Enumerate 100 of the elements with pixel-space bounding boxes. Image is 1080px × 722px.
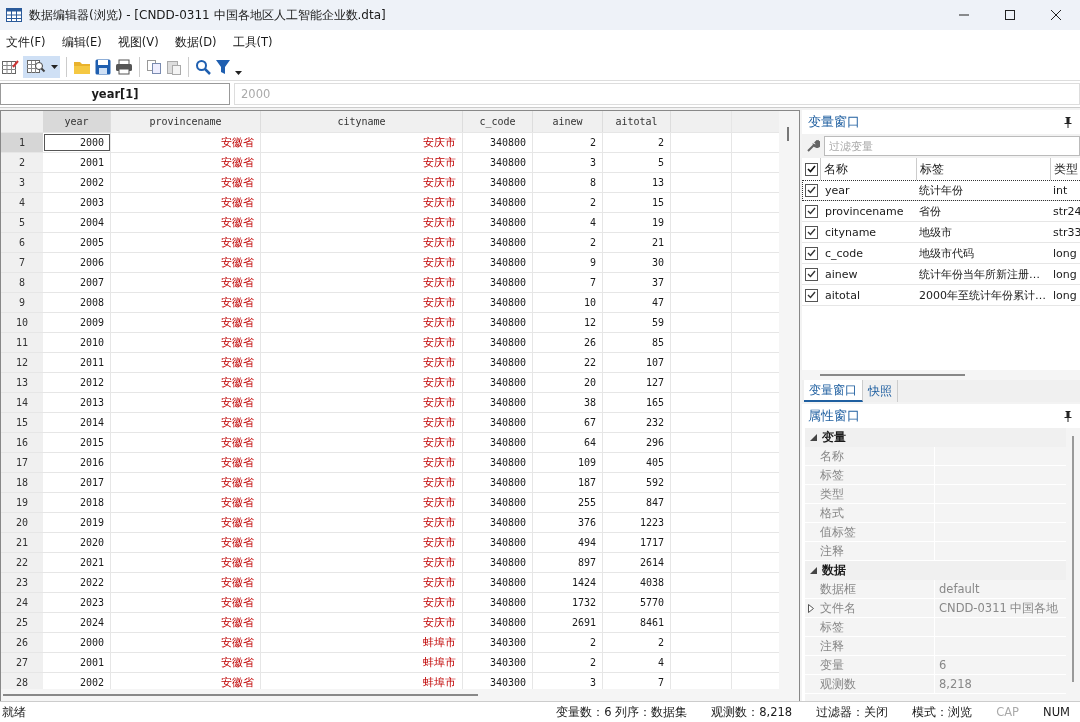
- menu-item[interactable]: 文件(F): [6, 34, 46, 50]
- row-number[interactable]: 12: [1, 353, 43, 372]
- row-number[interactable]: 25: [1, 613, 43, 632]
- variable-row[interactable]: cityname 地级市 str33: [802, 222, 1080, 243]
- table-cell: 340800: [463, 473, 533, 492]
- checkbox[interactable]: [805, 183, 818, 197]
- row-number[interactable]: 15: [1, 413, 43, 432]
- row-number[interactable]: 20: [1, 513, 43, 532]
- table-cell: 安庆市: [261, 413, 463, 432]
- table-cell: 22: [533, 353, 603, 372]
- variable-name-field[interactable]: year[1]: [0, 83, 230, 105]
- row-number[interactable]: 6: [1, 233, 43, 252]
- filter-field[interactable]: 过滤变量: [824, 136, 1080, 156]
- maximize-icon[interactable]: [1004, 9, 1016, 21]
- table-cell: 109: [533, 453, 603, 472]
- row-number[interactable]: 1: [1, 133, 43, 152]
- row-number[interactable]: 18: [1, 473, 43, 492]
- row-number[interactable]: 24: [1, 593, 43, 612]
- row-number[interactable]: 28: [1, 673, 43, 689]
- column-header[interactable]: 名称: [820, 158, 916, 180]
- row-number[interactable]: 10: [1, 313, 43, 332]
- table-cell: 1424: [533, 573, 603, 592]
- collapse-icon[interactable]: [810, 434, 817, 441]
- row-number[interactable]: 5: [1, 213, 43, 232]
- caret-icon[interactable]: [51, 65, 58, 69]
- row-number[interactable]: 22: [1, 553, 43, 572]
- table-edit-icon[interactable]: [1, 58, 19, 76]
- table-cell: 安徽省: [111, 633, 261, 652]
- checkbox[interactable]: [805, 267, 818, 281]
- collapse-icon[interactable]: [810, 567, 817, 574]
- column-header[interactable]: 标签: [916, 158, 1050, 180]
- save-icon[interactable]: [95, 59, 111, 75]
- row-number[interactable]: 26: [1, 633, 43, 652]
- checkbox[interactable]: [805, 225, 818, 239]
- row-number[interactable]: 13: [1, 373, 43, 392]
- checkbox[interactable]: [805, 162, 818, 176]
- table-cell: 安徽省: [111, 193, 261, 212]
- column-header[interactable]: c_code: [463, 111, 533, 132]
- table-cell: 2024: [43, 613, 111, 632]
- printer-icon[interactable]: [115, 59, 133, 75]
- variable-row[interactable]: c_code 地级市代码 long: [802, 243, 1080, 264]
- table-cell: 67: [533, 413, 603, 432]
- caret-icon[interactable]: [235, 71, 242, 75]
- status-text: 观测数：8,218: [711, 704, 793, 720]
- panel-tab[interactable]: 快照: [863, 380, 898, 402]
- column-header[interactable]: ainew: [533, 111, 603, 132]
- menu-item[interactable]: 工具(T): [232, 34, 273, 50]
- filter-icon[interactable]: [215, 59, 231, 75]
- panel-tab[interactable]: 变量窗口: [804, 380, 863, 402]
- column-header[interactable]: cityname: [261, 111, 463, 132]
- row-number[interactable]: 7: [1, 253, 43, 272]
- table-cell: 232: [603, 413, 671, 432]
- variable-row[interactable]: year 统计年份 int: [802, 180, 1080, 201]
- table-cell: 38: [533, 393, 603, 412]
- menu-item[interactable]: 数据(D): [174, 34, 217, 50]
- column-header[interactable]: year: [43, 111, 111, 132]
- row-number[interactable]: 17: [1, 453, 43, 472]
- checkbox[interactable]: [805, 288, 818, 302]
- table-cell: 4: [603, 653, 671, 672]
- row-number[interactable]: 16: [1, 433, 43, 452]
- row-number[interactable]: 23: [1, 573, 43, 592]
- wrench-icon[interactable]: [806, 139, 820, 153]
- property-name: 名称: [817, 447, 935, 465]
- menu-item[interactable]: 视图(V): [117, 34, 159, 50]
- pin-icon[interactable]: [1063, 116, 1072, 128]
- table-cell: 26: [533, 333, 603, 352]
- checkbox[interactable]: [805, 204, 818, 218]
- column-header[interactable]: provincename: [111, 111, 261, 132]
- row-number[interactable]: 2: [1, 153, 43, 172]
- row-number[interactable]: 4: [1, 193, 43, 212]
- row-number[interactable]: 11: [1, 333, 43, 352]
- pin-icon[interactable]: [1063, 410, 1072, 422]
- table-cell: 376: [533, 513, 603, 532]
- table-cell: 蚌埠市: [261, 633, 463, 652]
- row-number[interactable]: 21: [1, 533, 43, 552]
- table-cell: 15: [603, 193, 671, 212]
- copy-icon[interactable]: [146, 59, 162, 75]
- expand-icon[interactable]: [808, 603, 814, 613]
- status-text: 变量数：6 列序：数据集: [556, 704, 688, 720]
- row-number[interactable]: 8: [1, 273, 43, 292]
- menu-item[interactable]: 编辑(E): [61, 34, 102, 50]
- variable-row[interactable]: aitotal 2000年至统计年份累计… long: [802, 285, 1080, 306]
- row-number[interactable]: 27: [1, 653, 43, 672]
- table-cell: 安庆市: [261, 513, 463, 532]
- table-cell: 安庆市: [261, 133, 463, 152]
- table-cell: 2010: [43, 333, 111, 352]
- checkbox[interactable]: [805, 246, 818, 260]
- row-number[interactable]: 9: [1, 293, 43, 312]
- table-cell: 安庆市: [261, 333, 463, 352]
- row-number[interactable]: 3: [1, 173, 43, 192]
- column-header[interactable]: aitotal: [603, 111, 671, 132]
- row-number[interactable]: 19: [1, 493, 43, 512]
- column-header[interactable]: 类型: [1050, 158, 1080, 180]
- table-cell: 2691: [533, 613, 603, 632]
- variable-row[interactable]: ainew 统计年份当年所新注册… long: [802, 264, 1080, 285]
- search-icon[interactable]: [195, 59, 211, 75]
- table-cell: 安徽省: [111, 133, 261, 152]
- close-icon[interactable]: [1050, 9, 1062, 21]
- table-cell: 安徽省: [111, 473, 261, 492]
- row-number[interactable]: 14: [1, 393, 43, 412]
